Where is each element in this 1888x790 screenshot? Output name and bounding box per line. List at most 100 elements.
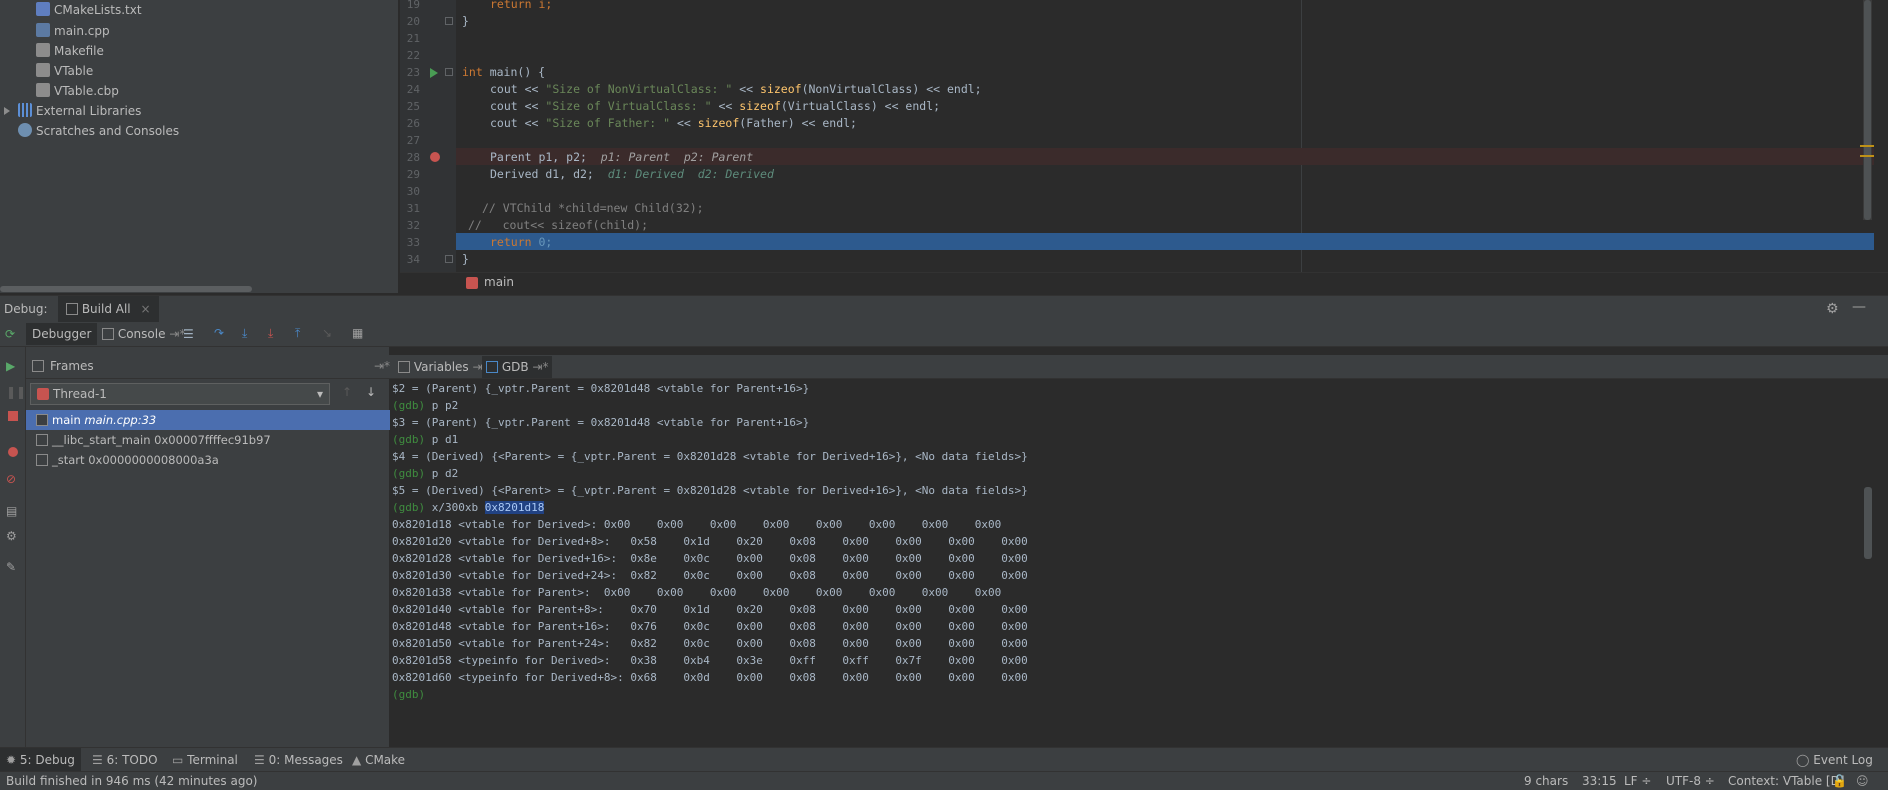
stop-icon[interactable] xyxy=(8,411,18,421)
gdb-output-line: $3 = (Parent) {_vptr.Parent = 0x8201d48 … xyxy=(392,416,810,429)
status-message[interactable]: Build finished in 946 ms (42 minutes ago… xyxy=(6,772,257,790)
tree-item-cmakelists[interactable]: CMakeLists.txt xyxy=(36,0,142,20)
selection-chars: 9 chars xyxy=(1524,774,1569,788)
frame-down-icon[interactable]: ↓ xyxy=(366,385,376,399)
line-number: 21 xyxy=(406,32,420,45)
layout-icon[interactable]: ▤ xyxy=(6,504,20,518)
frame-icon xyxy=(36,414,48,426)
line-number: 26 xyxy=(406,117,420,130)
file-icon xyxy=(36,83,50,97)
gdb-output-line: (gdb) p d1 xyxy=(392,431,458,448)
gdb-output-line: 0x8201d28 <vtable for Derived+16>: 0x8e … xyxy=(392,552,1028,565)
file-encoding[interactable]: UTF-8 ÷ xyxy=(1666,772,1715,790)
settings-list-icon[interactable]: ☰ xyxy=(183,327,197,341)
gdb-output-line: 0x8201d48 <vtable for Parent+16>: 0x76 0… xyxy=(392,620,1028,633)
pause-icon[interactable]: ❚❚ xyxy=(6,385,26,399)
tab-console[interactable]: Console ⇥* xyxy=(98,323,189,345)
inspector-icon[interactable]: ☺ xyxy=(1856,772,1869,790)
editor-scrollbar-thumb[interactable] xyxy=(1864,0,1871,220)
fold-icon[interactable] xyxy=(445,68,453,76)
frame-row[interactable]: main main.cpp:33 xyxy=(26,410,390,430)
inline-debug-values: d1: Derived d2: Derived xyxy=(607,167,774,181)
line-number: 31 xyxy=(406,202,420,215)
resolve-context[interactable]: Context: VTable [D] xyxy=(1728,772,1845,790)
frame-row[interactable]: __libc_start_main 0x00007ffffec91b97 xyxy=(26,430,390,450)
gdb-tab-bar: Variables ⇥* GDB ⇥* xyxy=(390,355,1888,379)
error-stripe-mark[interactable] xyxy=(1860,155,1874,157)
line-number: 28 xyxy=(406,151,420,164)
fold-icon[interactable] xyxy=(445,17,453,25)
close-icon[interactable]: × xyxy=(140,302,150,316)
force-step-into-icon[interactable]: ⤓ xyxy=(268,326,282,340)
view-breakpoints-icon[interactable] xyxy=(8,447,18,457)
thread-select[interactable]: Thread-1 ▾ xyxy=(30,383,330,405)
terminal-icon: ▭ xyxy=(172,753,184,767)
code-editor[interactable]: 19 20 21 22 23 24 25 26 27 28 29 30 31 3… xyxy=(400,0,1888,293)
debug-window-header: Debug: Build All × ⚙ — xyxy=(0,295,1888,323)
event-log-button[interactable]: ◯ Event Log xyxy=(1790,748,1879,772)
tree-item-vtable[interactable]: VTable xyxy=(36,61,93,81)
tab-messages[interactable]: ☰ 0: Messages xyxy=(248,748,349,772)
caret-position[interactable]: 33:15 xyxy=(1582,772,1617,790)
breadcrumb-item-main[interactable]: main xyxy=(484,275,514,289)
run-gutter-icon[interactable] xyxy=(430,68,438,78)
code-line-24: cout << "Size of NonVirtualClass: " << s… xyxy=(490,82,982,96)
tree-item-main-cpp[interactable]: main.cpp xyxy=(36,21,110,41)
tab-debug-tool[interactable]: ✹ 5: Debug xyxy=(0,748,81,772)
gdb-output-line: 0x8201d20 <vtable for Derived+8>: 0x58 0… xyxy=(392,535,1028,548)
gear-icon[interactable]: ⚙ xyxy=(1826,301,1839,317)
pin-tab-icon[interactable]: ⇥* xyxy=(374,359,390,373)
error-stripe-mark[interactable] xyxy=(1860,145,1874,147)
step-out-icon[interactable]: ⤒ xyxy=(295,326,309,340)
tree-item-scratches[interactable]: Scratches and Consoles xyxy=(18,121,179,141)
gdb-prompt: (gdb) xyxy=(392,688,432,701)
tree-item-external-libraries[interactable]: External Libraries xyxy=(4,101,141,121)
rerun-icon[interactable]: ⟳ xyxy=(5,327,19,341)
line-number: 27 xyxy=(406,134,420,147)
code-line-31: // VTChild *child=new Child(32); xyxy=(482,201,704,215)
selected-address[interactable]: 0x8201d18 xyxy=(484,501,545,514)
settings-icon[interactable]: ⚙ xyxy=(6,529,20,543)
code-line-23: int main() { xyxy=(462,65,546,79)
inline-debug-values: p1: Parent p2: Parent xyxy=(600,150,754,164)
mute-breakpoints-icon[interactable]: ⊘ xyxy=(6,472,20,486)
gdb-output-line: 0x8201d40 <vtable for Parent+8>: 0x70 0x… xyxy=(392,603,1028,616)
tab-debugger[interactable]: Debugger xyxy=(26,323,98,345)
tab-todo[interactable]: ☰ 6: TODO xyxy=(86,748,164,772)
line-number: 33 xyxy=(406,236,420,249)
console-icon xyxy=(102,328,114,340)
bug-icon: ✹ xyxy=(6,753,17,767)
gdb-icon xyxy=(486,361,498,373)
tab-cmake[interactable]: ▲ CMake xyxy=(346,748,411,772)
run-to-cursor-icon[interactable]: ↘ xyxy=(322,326,336,340)
fold-icon[interactable] xyxy=(445,255,453,263)
step-into-icon[interactable]: ⤓ xyxy=(242,326,256,340)
expand-arrow-icon[interactable] xyxy=(4,107,10,115)
build-icon xyxy=(66,303,78,315)
function-icon xyxy=(466,277,478,289)
tree-item-makefile[interactable]: Makefile xyxy=(36,41,104,61)
tab-build-all[interactable]: Build All × xyxy=(58,296,159,323)
code-line-25: cout << "Size of VirtualClass: " << size… xyxy=(490,99,941,113)
resume-icon[interactable]: ▶ xyxy=(6,359,20,373)
gdb-output-line: 0x8201d58 <typeinfo for Derived>: 0x38 0… xyxy=(392,654,1028,667)
status-bar: Build finished in 946 ms (42 minutes ago… xyxy=(0,771,1888,790)
library-icon xyxy=(18,103,32,117)
tab-variables[interactable]: Variables ⇥* xyxy=(394,356,493,378)
line-separator[interactable]: LF ÷ xyxy=(1624,772,1651,790)
breakpoint-icon[interactable] xyxy=(430,152,440,162)
step-over-icon[interactable]: ↷ xyxy=(214,326,228,340)
event-log-icon: ◯ xyxy=(1796,753,1810,767)
tab-gdb[interactable]: GDB ⇥* xyxy=(482,356,553,378)
evaluate-icon[interactable]: ▦ xyxy=(352,326,366,340)
gdb-scrollbar-thumb[interactable] xyxy=(1864,487,1872,559)
minimize-icon[interactable]: — xyxy=(1852,299,1866,315)
tree-item-vtable-cbp[interactable]: VTable.cbp xyxy=(36,81,119,101)
pin-icon[interactable]: ✎ xyxy=(6,560,20,574)
gdb-console[interactable]: Variables ⇥* GDB ⇥* $2 = (Parent) {_vptr… xyxy=(390,347,1888,747)
tab-terminal[interactable]: ▭ Terminal xyxy=(166,748,244,772)
frame-up-icon[interactable]: ↑ xyxy=(342,385,352,399)
lock-icon[interactable]: 🔓 xyxy=(1832,772,1847,790)
frame-row[interactable]: _start 0x0000000008000a3a xyxy=(26,450,390,470)
tree-horizontal-scrollbar[interactable] xyxy=(0,286,252,292)
